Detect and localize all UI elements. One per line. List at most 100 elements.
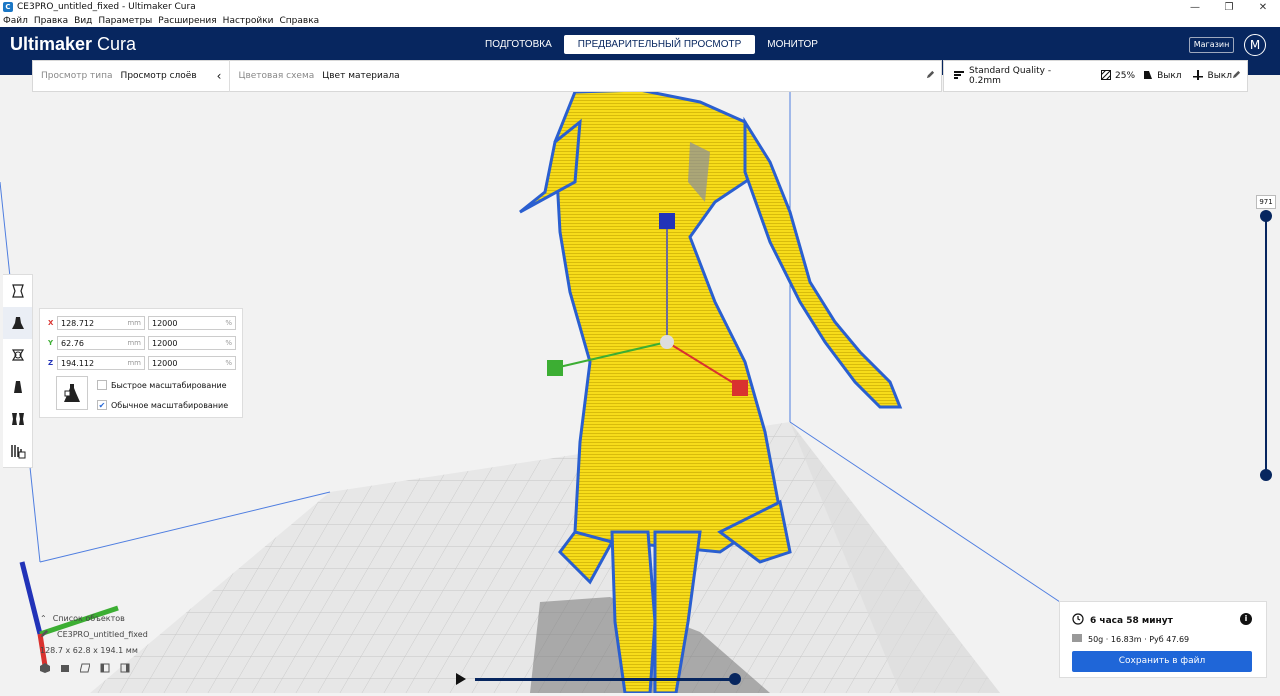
material-row: 50g · 16.83m · Руб 47.69 (1072, 633, 1189, 645)
snap-scaling-checkbox[interactable] (97, 380, 107, 390)
left-view-icon[interactable] (100, 663, 110, 675)
snap-scaling-label: Быстрое масштабирование (111, 380, 227, 390)
play-button[interactable] (455, 673, 467, 688)
profile-name: Standard Quality - 0.2mm (969, 66, 1052, 86)
chevron-left-icon[interactable]: ‹ (217, 69, 222, 83)
object-list-toggle[interactable]: ⌃ Список объектов (40, 614, 148, 623)
color-scheme-dropdown[interactable]: Цвет материала (322, 71, 399, 81)
tab-prepare[interactable]: ПОДГОТОВКА (473, 35, 564, 54)
pencil-icon (40, 629, 49, 640)
per-model-settings-icon (11, 413, 24, 425)
menu-help[interactable]: Справка (277, 16, 323, 26)
infill-value: 25% (1115, 71, 1136, 81)
reset-scale-button[interactable] (56, 376, 88, 410)
window-title: CE3PRO_untitled_fixed - Ultimaker Cura (17, 2, 196, 12)
path-slider-track[interactable] (475, 678, 738, 681)
pencil-icon[interactable] (926, 70, 935, 82)
infill-icon (1100, 69, 1112, 83)
z-scale-handle (659, 213, 675, 229)
menu-settings[interactable]: Параметры (95, 16, 155, 26)
center-scale-handle (660, 335, 674, 349)
pencil-icon[interactable] (1232, 70, 1241, 82)
uniform-scaling-option[interactable]: ✔ Обычное масштабирование (97, 400, 228, 410)
mirror-icon (13, 381, 22, 393)
account-avatar[interactable]: M (1244, 34, 1266, 56)
view-settings-bar: Просмотр типа Просмотр слоёв ‹ Цветовая … (32, 60, 942, 92)
info-icon[interactable]: i (1240, 613, 1252, 625)
cura-app-icon: C (3, 2, 13, 12)
x-size-field[interactable]: 128.712 mm (57, 316, 145, 330)
marketplace-button[interactable]: Магазин (1189, 37, 1234, 53)
view-type-label: Просмотр типа (41, 71, 113, 81)
tool-toolbar (3, 274, 33, 468)
x-percent-field[interactable]: 12000% (148, 316, 236, 330)
mirror-tool-button[interactable] (3, 371, 32, 403)
stage-tabs: ПОДГОТОВКА ПРЕДВАРИТЕЛЬНЫЙ ПРОСМОТР МОНИ… (473, 35, 830, 54)
scale-panel: X 128.712 mm 12000% Y 62.76 mm 12000% Z 19… (39, 308, 243, 418)
filament-icon (1072, 633, 1082, 645)
material-usage: 50g · 16.83m · Руб 47.69 (1088, 634, 1190, 644)
rotate-tool-button[interactable] (3, 339, 32, 371)
print-time: 6 часа 58 минут (1090, 615, 1173, 626)
z-percent-field[interactable]: 12000% (148, 356, 236, 370)
front-view-icon[interactable] (60, 663, 70, 675)
uniform-scaling-checkbox[interactable]: ✔ (97, 400, 107, 410)
minimize-button[interactable]: — (1178, 0, 1212, 14)
y-size-field[interactable]: 62.76 mm (57, 336, 145, 350)
axis-z-label: Z (48, 359, 54, 367)
y-scale-handle (547, 360, 563, 376)
scale-tool-button[interactable] (3, 307, 32, 339)
rotate-icon (11, 349, 24, 361)
menu-file[interactable]: Файл (0, 16, 31, 26)
play-icon (456, 673, 466, 685)
clock-icon (1072, 613, 1084, 628)
adhesion-icon (1192, 69, 1203, 83)
y-percent-field[interactable]: 12000% (148, 336, 236, 350)
close-button[interactable]: ✕ (1246, 0, 1280, 14)
scale-row-x: X 128.712 mm 12000% (48, 316, 236, 330)
path-slider-handle[interactable] (729, 673, 741, 685)
right-view-icon[interactable] (120, 663, 130, 675)
scale-icon (11, 317, 24, 329)
3d-view-icon[interactable] (40, 663, 50, 675)
move-icon (11, 284, 24, 298)
scale-row-z: Z 194.112 mm 12000% (48, 356, 236, 370)
move-tool-button[interactable] (3, 275, 32, 307)
color-scheme-label: Цветовая схема (238, 71, 315, 81)
print-info-panel: 6 часа 58 минут i 50g · 16.83m · Руб 47.… (1059, 601, 1267, 678)
chevron-up-icon: ⌃ (40, 614, 47, 623)
support-blocker-icon (10, 445, 25, 459)
tab-monitor[interactable]: МОНИТОР (755, 35, 830, 54)
axis-x-label: X (48, 319, 54, 327)
menu-extensions[interactable]: Расширения (155, 16, 219, 26)
object-name: CE3PRO_untitled_fixed (57, 630, 148, 639)
support-blocker-button[interactable] (3, 435, 32, 467)
z-size-field[interactable]: 194.112 mm (57, 356, 145, 370)
object-dimensions: 128.7 x 62.8 x 194.1 мм (40, 646, 138, 655)
save-to-file-button[interactable]: Сохранить в файл (1072, 651, 1252, 672)
layer-slider-top-handle[interactable] (1260, 210, 1272, 222)
window-title-bar: C CE3PRO_untitled_fixed - Ultimaker Cura… (0, 0, 1280, 14)
per-model-settings-button[interactable] (3, 403, 32, 435)
print-settings-bar[interactable]: Standard Quality - 0.2mm 25% Выкл Выкл (943, 60, 1248, 92)
object-list-title: Список объектов (52, 614, 125, 623)
ultimaker-cura-logo: Ultimaker Cura (10, 34, 137, 54)
restore-button[interactable]: ❐ (1212, 0, 1246, 14)
top-view-icon[interactable] (79, 663, 91, 675)
layer-slider-bottom-handle[interactable] (1260, 469, 1272, 481)
object-list: ⌃ Список объектов CE3PRO_untitled_fixed … (40, 614, 148, 675)
cura-header: Ultimaker Cura ПОДГОТОВКА ПРЕДВАРИТЕЛЬНЫ… (0, 27, 1280, 75)
uniform-scaling-label: Обычное масштабирование (111, 400, 229, 410)
layer-number-box[interactable]: 971 (1256, 195, 1276, 209)
tab-preview[interactable]: ПРЕДВАРИТЕЛЬНЫЙ ПРОСМОТР (563, 35, 756, 54)
reset-scale-icon (64, 384, 80, 402)
snap-scaling-option[interactable]: Быстрое масштабирование (97, 380, 227, 390)
view-type-dropdown[interactable]: Просмотр слоёв (121, 71, 197, 81)
adhesion-value: Выкл (1207, 71, 1232, 81)
menu-view[interactable]: Вид (71, 16, 95, 26)
menu-preferences[interactable]: Настройки (220, 16, 277, 26)
layer-slider-track[interactable] (1265, 215, 1267, 477)
object-list-item[interactable]: CE3PRO_untitled_fixed (40, 629, 148, 640)
quality-icon (954, 70, 964, 83)
menu-edit[interactable]: Правка (31, 16, 71, 26)
